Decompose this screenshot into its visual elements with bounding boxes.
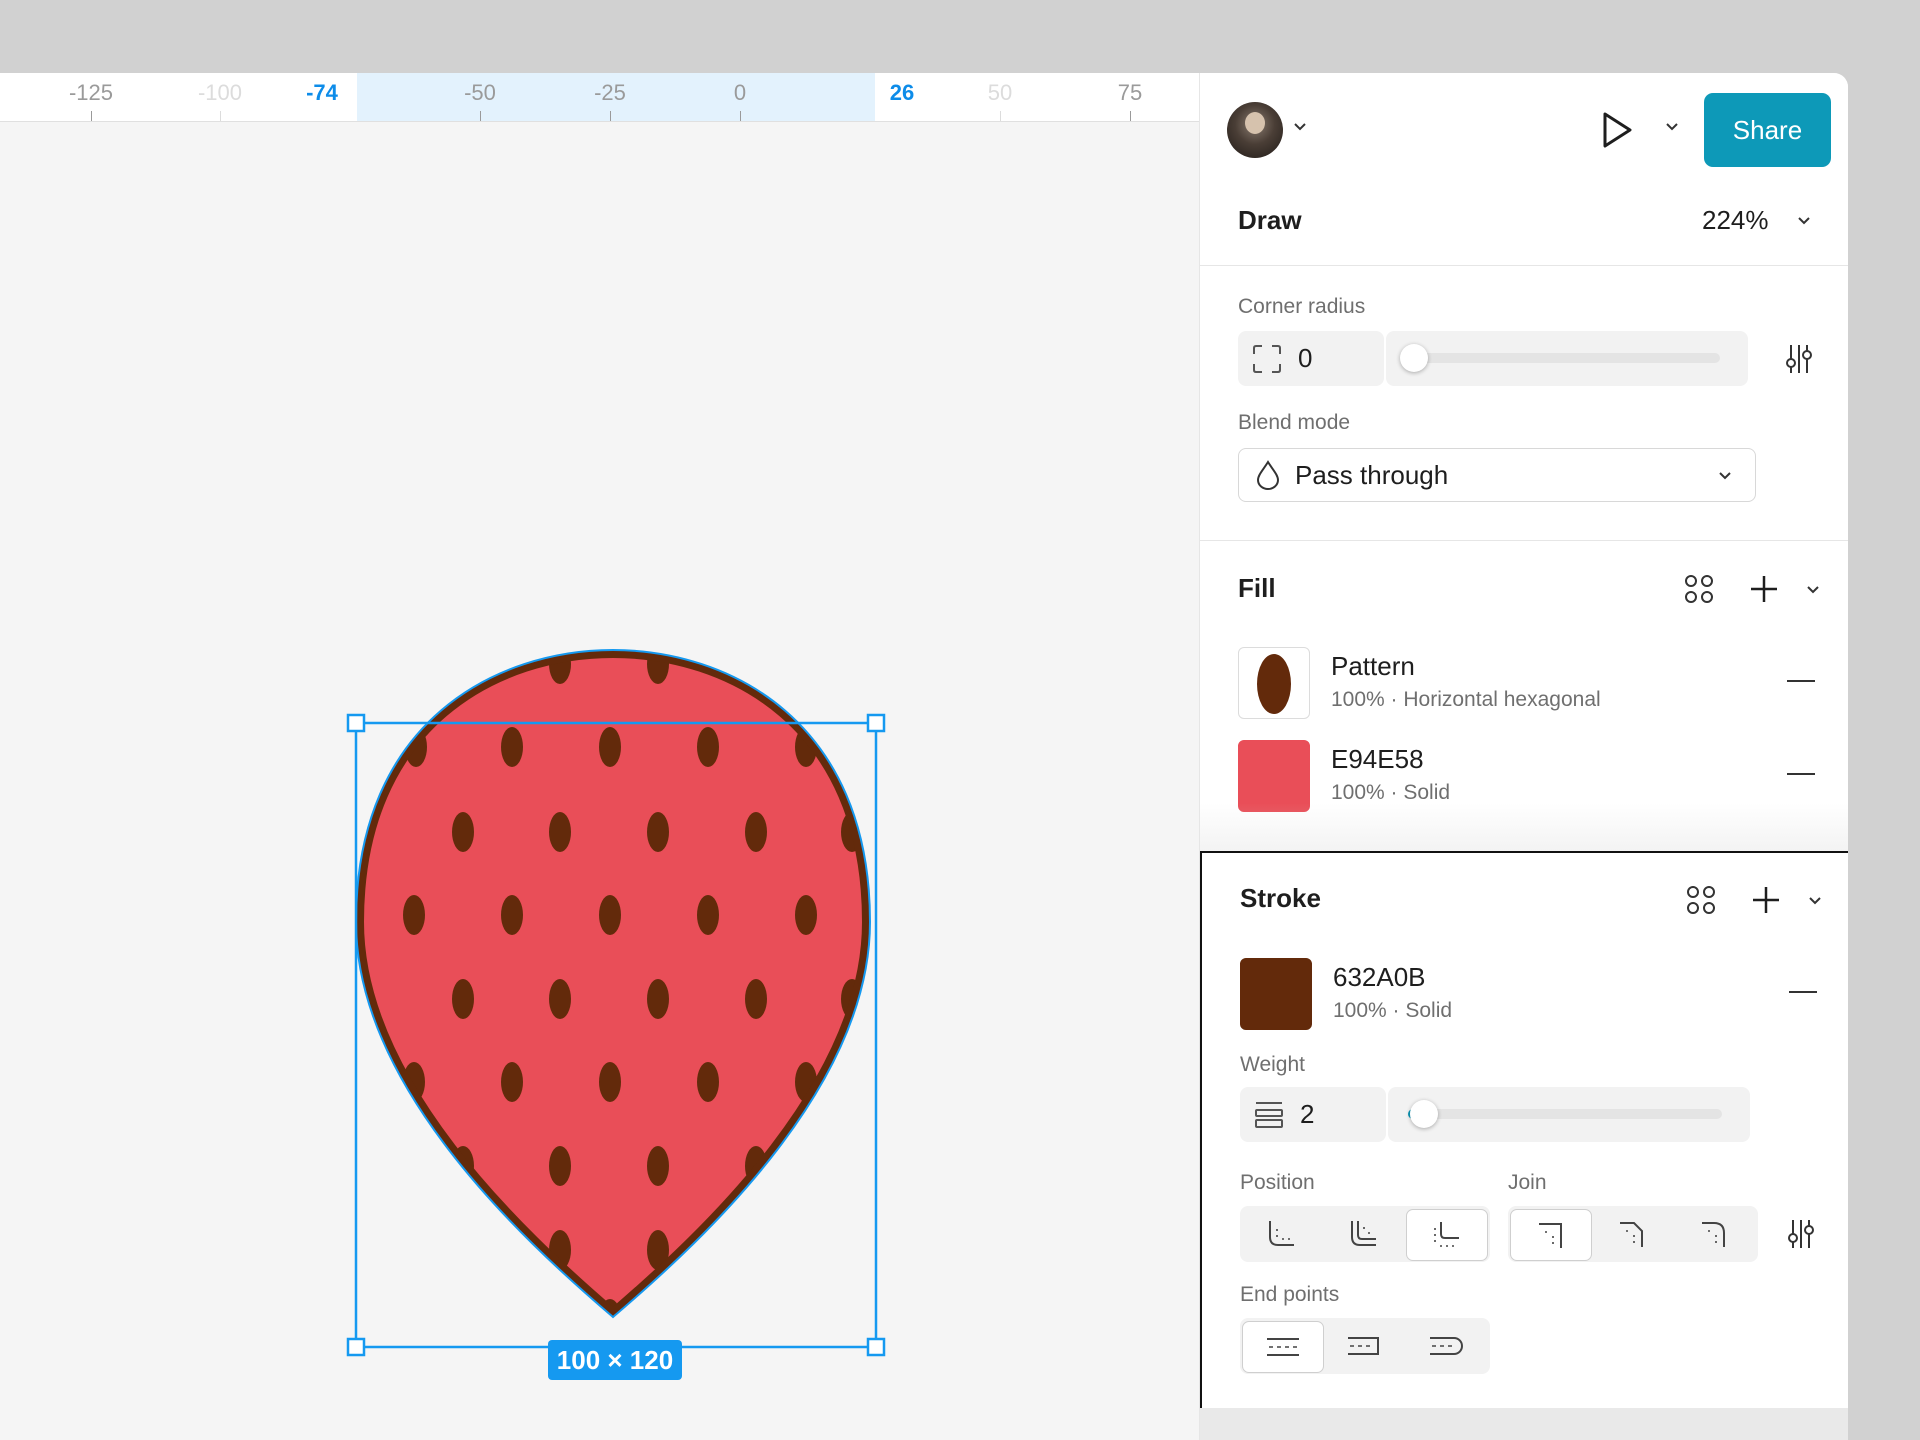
design-canvas[interactable]: 100 × 120 [0, 122, 1199, 1440]
stroke-center-icon[interactable] [1324, 1209, 1404, 1259]
chevron-down-icon [1717, 469, 1733, 487]
ruler-tick-selection-end: 26 [889, 80, 915, 105]
styles-grid-icon[interactable] [1684, 574, 1714, 609]
cap-square-icon[interactable] [1324, 1321, 1404, 1371]
properties-panel: Share Draw 224% Corner radius 0 Blend mo… [1199, 73, 1848, 1440]
minus-icon[interactable] [1789, 991, 1817, 993]
slider-thumb[interactable] [1400, 344, 1428, 372]
chevron-down-icon[interactable] [1807, 894, 1823, 912]
cap-round-icon[interactable] [1406, 1321, 1486, 1371]
chevron-down-icon[interactable] [1292, 117, 1308, 138]
ruler-tick: 50 [987, 80, 1013, 105]
zoom-level[interactable]: 224% [1702, 205, 1769, 236]
position-label: Position [1240, 1171, 1315, 1194]
stroke-weight-value: 2 [1300, 1099, 1315, 1129]
horizontal-ruler: -125 -100 -74 -50 -25 0 26 50 75 [0, 73, 1199, 122]
solid-fill-swatch[interactable] [1238, 740, 1310, 812]
strawberry-shape[interactable] [340, 642, 880, 1339]
sliders-icon[interactable] [1786, 1218, 1816, 1255]
stroke-weight-slider[interactable] [1388, 1087, 1750, 1142]
ruler-tick-selection-start: -74 [306, 80, 338, 105]
ruler-tick: -50 [464, 80, 496, 105]
canvas-drawing [340, 642, 886, 1357]
stroke-color-sub: 100% · Solid [1333, 999, 1453, 1022]
stroke-section: Stroke 632A0B 100% · Solid Weight 2 Posi… [1200, 851, 1848, 1410]
minus-icon[interactable] [1787, 680, 1815, 682]
resize-handle-bottom-left[interactable] [346, 1337, 366, 1357]
corner-radius-input[interactable]: 0 [1238, 331, 1384, 386]
blend-mode-select[interactable]: Pass through [1238, 448, 1756, 502]
weight-label: Weight [1240, 1053, 1305, 1076]
cap-none-icon[interactable] [1242, 1321, 1324, 1373]
stroke-section-title: Stroke [1240, 883, 1321, 913]
styles-grid-icon[interactable] [1686, 885, 1716, 920]
share-button[interactable]: Share [1704, 93, 1831, 167]
selection-dimensions-badge: 100 × 120 [548, 1340, 682, 1380]
mode-label: Draw [1238, 205, 1302, 235]
fill-sub: 100% · Solid [1331, 781, 1451, 804]
sliders-icon[interactable] [1784, 343, 1814, 380]
ruler-tick: -25 [594, 80, 626, 105]
join-miter-icon[interactable] [1510, 1209, 1592, 1261]
divider [1200, 540, 1848, 541]
app-window: -125 -100 -74 -50 -25 0 26 50 75 100 × 1… [0, 73, 1848, 1440]
ruler-tick: -125 [68, 80, 114, 105]
chevron-down-icon[interactable] [1805, 583, 1821, 601]
stroke-weight-icon [1254, 1099, 1284, 1134]
panel-bottom-strip [1200, 1408, 1848, 1440]
join-bevel-icon[interactable] [1592, 1209, 1672, 1259]
fill-section-title: Fill [1238, 573, 1276, 603]
fill-name: E94E58 [1331, 744, 1424, 774]
chevron-down-icon[interactable] [1664, 117, 1680, 138]
resize-handle-top-right[interactable] [866, 713, 886, 733]
corner-radius-value: 0 [1298, 343, 1313, 373]
resize-handle-bottom-right[interactable] [866, 1337, 886, 1357]
stroke-color-swatch[interactable] [1240, 958, 1312, 1030]
join-label: Join [1508, 1171, 1547, 1194]
fill-name: Pattern [1331, 651, 1415, 681]
corner-radius-label: Corner radius [1238, 295, 1366, 318]
chevron-down-icon[interactable] [1796, 211, 1812, 232]
plus-icon[interactable] [1751, 885, 1781, 920]
stroke-join-group [1508, 1206, 1758, 1262]
ruler-tick: 0 [733, 80, 747, 105]
play-icon[interactable] [1600, 111, 1634, 154]
drop-icon [1255, 460, 1281, 495]
blend-mode-value: Pass through [1295, 460, 1449, 490]
stroke-endpoints-group [1240, 1318, 1490, 1374]
blend-mode-label: Blend mode [1238, 411, 1351, 434]
plus-icon[interactable] [1749, 574, 1779, 609]
join-round-icon[interactable] [1674, 1209, 1754, 1259]
avatar[interactable] [1227, 102, 1283, 158]
slider-thumb[interactable] [1410, 1100, 1438, 1128]
stroke-position-group [1240, 1206, 1490, 1262]
resize-handle-top-left[interactable] [346, 713, 366, 733]
stroke-weight-input[interactable]: 2 [1240, 1087, 1386, 1142]
fill-sub: 100% · Horizontal hexagonal [1331, 688, 1601, 711]
ruler-tick: -100 [197, 80, 243, 105]
end-points-label: End points [1240, 1283, 1340, 1306]
ruler-tick: 75 [1117, 80, 1143, 105]
mode-zoom-row: Draw 224% [1200, 183, 1848, 266]
stroke-outside-icon[interactable] [1406, 1209, 1488, 1261]
panel-toolbar: Share [1200, 73, 1848, 183]
corner-radius-icon [1252, 344, 1282, 379]
minus-icon[interactable] [1787, 773, 1815, 775]
stroke-inside-icon[interactable] [1242, 1209, 1322, 1259]
corner-radius-slider[interactable] [1386, 331, 1748, 386]
pattern-fill-swatch[interactable] [1238, 647, 1310, 719]
stroke-color-name: 632A0B [1333, 962, 1426, 992]
